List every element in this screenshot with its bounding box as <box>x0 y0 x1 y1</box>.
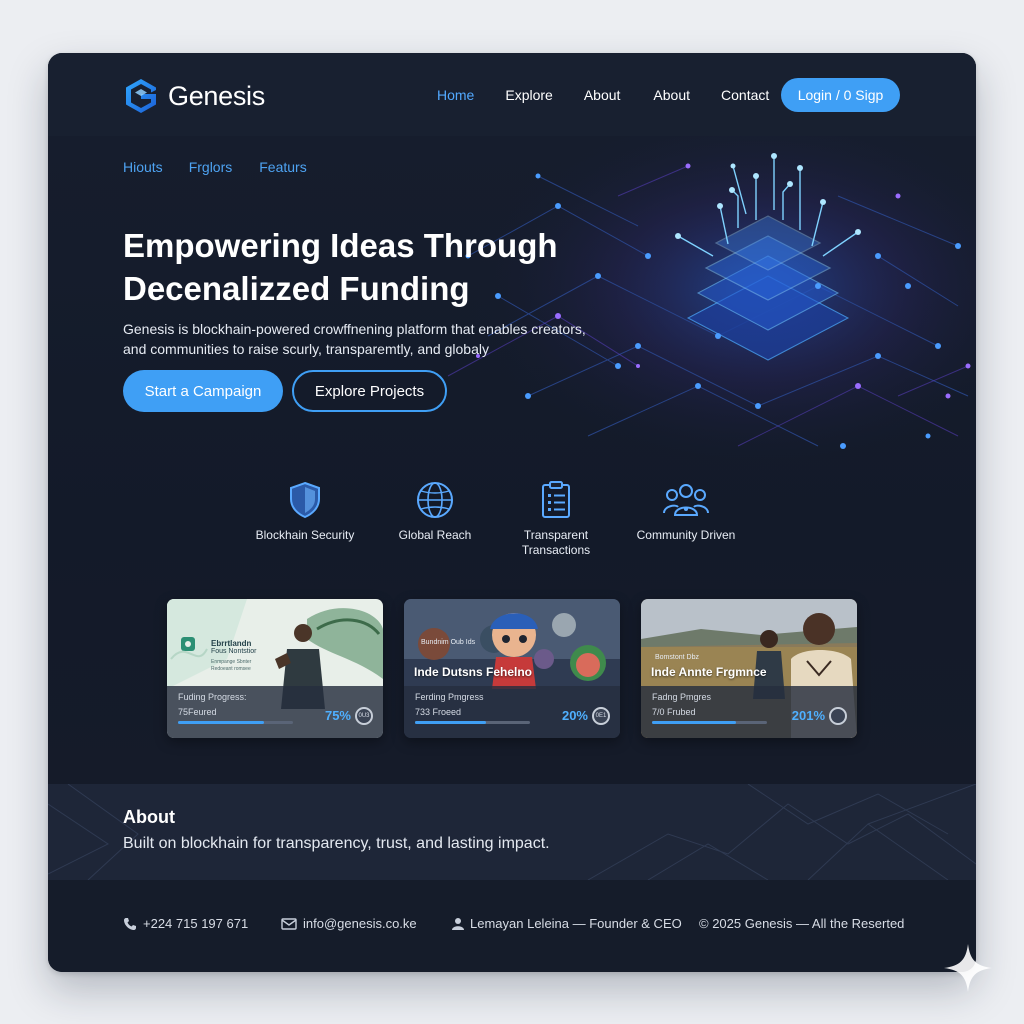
progress-track <box>652 721 767 724</box>
hero-title-line-1: Empowering Ideas Through <box>123 227 558 264</box>
footer-founder: Lemayan Leleina — Founder & CEO <box>452 916 682 931</box>
feature-global-reach: Global Reach <box>365 481 505 543</box>
card-title: Inde Dutsns Fehelno <box>414 665 533 679</box>
hero-section: Hiouts Frglors Featurs Empowering Ideas … <box>48 136 976 784</box>
community-icon <box>663 484 709 516</box>
footer-phone[interactable]: +224 715 197 671 <box>123 916 248 931</box>
campaign-card[interactable]: Ebrrtlandn Fous Nontstior Enmpange Sbnte… <box>167 599 383 738</box>
login-signup-button[interactable]: Login / 0 Sigp <box>781 78 900 112</box>
user-icon <box>452 918 464 930</box>
sub-navigation: Hiouts Frglors Featurs <box>123 159 307 175</box>
nav-link-explore[interactable]: Explore <box>505 87 552 103</box>
explore-projects-button[interactable]: Explore Projects <box>292 370 447 412</box>
progress-status: 7/0 Frubed <box>652 707 696 717</box>
progress-track <box>178 721 293 724</box>
page-frame: Genesis Home Explore About About Contact… <box>48 53 976 972</box>
nav-link-home[interactable]: Home <box>437 87 474 103</box>
card-title: Inde Annte Frgmnce <box>651 665 767 679</box>
card-tag-line-4: Redoeant romsee <box>211 666 251 672</box>
progress-label: Fuding Progress: <box>178 692 247 702</box>
hero-title-line-2: Decenalizzed Funding <box>123 270 470 307</box>
card-progress-panel: Ferding Pmgress 733 Froeed 20% 0E1 <box>404 686 620 738</box>
start-campaign-button[interactable]: Start a Campaign <box>123 370 283 412</box>
mail-icon <box>281 917 297 930</box>
card-tag: Bundnim Oub Ids <box>421 639 476 646</box>
progress-percent: 201% <box>791 708 825 723</box>
footer-founder-text: Lemayan Leleina — Founder & CEO <box>470 916 682 931</box>
campaign-card[interactable]: Bundnim Oub Ids Inde Dutsns Fehelno Ferd… <box>404 599 620 738</box>
top-navbar: Genesis Home Explore About About Contact… <box>48 53 976 136</box>
hero-title: Empowering Ideas Through Decenalizzed Fu… <box>123 224 643 310</box>
card-tag-line-1: Ebrrtlandn <box>211 639 252 648</box>
progress-fill <box>178 721 265 724</box>
campaign-card[interactable]: Bomstont Dbz Inde Annte Frgmnce Fadng Pm… <box>641 599 857 738</box>
globe-icon <box>417 482 453 518</box>
progress-status: 75Feured <box>178 707 217 717</box>
nav-link-contact[interactable]: Contact <box>721 87 769 103</box>
sub-link-1[interactable]: Hiouts <box>123 159 163 175</box>
card-tag-line-3: Enmpange Sbnter <box>211 659 252 665</box>
card-tag-line-2: Fous Nontstior <box>211 648 257 655</box>
footer-email-text: info@genesis.co.ke <box>303 916 417 931</box>
card-tag: Bomstont Dbz <box>655 654 699 661</box>
feature-label: Blockhain Security <box>255 528 355 542</box>
about-title: About <box>123 807 175 827</box>
hero-description-line-2: and communities to raise scurly, transpa… <box>123 341 489 357</box>
progress-fill <box>415 721 487 724</box>
card-progress-panel: Fadng Pmgres 7/0 Frubed 201% <box>641 686 857 738</box>
mountain-pattern-decoration <box>48 784 976 880</box>
brand-logo[interactable]: Genesis <box>124 78 265 114</box>
progress-percent: 20% <box>561 708 588 723</box>
brand-name: Genesis <box>168 80 265 111</box>
clipboard-icon <box>542 481 570 518</box>
about-text: Built on blockhain for transparency, tru… <box>123 835 550 852</box>
logo-mark-icon <box>126 79 156 113</box>
feature-blockchain-security: Blockhain Security <box>235 481 375 543</box>
progress-track <box>415 721 530 724</box>
sub-link-2[interactable]: Frglors <box>189 159 233 175</box>
feature-label-line-2: Transactions <box>521 543 591 557</box>
feature-label: Community Driven <box>636 528 736 542</box>
shield-icon <box>290 481 320 519</box>
progress-fill <box>652 721 736 724</box>
nav-link-about[interactable]: About <box>584 87 621 103</box>
features-row: Blockhain Security Global Reach Transpar… <box>48 481 976 571</box>
feature-label-line-1: Transparent <box>523 528 589 542</box>
feature-label: Global Reach <box>398 528 472 542</box>
sub-link-3[interactable]: Featurs <box>259 159 306 175</box>
progress-label: Ferding Pmgress <box>415 692 484 702</box>
progress-percent: 75% <box>324 708 351 723</box>
feature-transparent-transactions: Transparent Transactions <box>486 481 626 558</box>
hero-description: Genesis is blockhain-powered crowffnenin… <box>123 319 623 359</box>
token-coin-icon: 0E1 <box>592 707 610 725</box>
card-progress-panel: Fuding Progress: 75Feured 75% 0U3 <box>167 686 383 738</box>
sparkle-icon <box>944 944 992 992</box>
hero-description-line-1: Genesis is blockhain-powered crowffnenin… <box>123 321 586 337</box>
token-coin-icon: 0U3 <box>355 707 373 725</box>
token-coin-icon <box>829 707 847 725</box>
main-nav: Home Explore About About Contact <box>437 87 769 103</box>
progress-label: Fadng Pmgres <box>652 692 712 702</box>
progress-status: 733 Froeed <box>415 707 462 717</box>
footer: +224 715 197 671 info@genesis.co.ke Lema… <box>48 880 976 972</box>
footer-email[interactable]: info@genesis.co.ke <box>281 916 417 931</box>
feature-community-driven: Community Driven <box>616 481 756 543</box>
footer-copyright: © 2025 Genesis — All the Reserted <box>699 916 904 931</box>
footer-phone-text: +224 715 197 671 <box>143 916 249 931</box>
footer-copyright-text: © 2025 Genesis — All the Reserted <box>699 916 905 931</box>
phone-icon <box>124 917 136 930</box>
campaign-cards: Ebrrtlandn Fous Nontstior Enmpange Sbnte… <box>48 599 976 739</box>
nav-link-about-2[interactable]: About <box>653 87 690 103</box>
about-section: About Built on blockhain for transparenc… <box>48 784 976 880</box>
